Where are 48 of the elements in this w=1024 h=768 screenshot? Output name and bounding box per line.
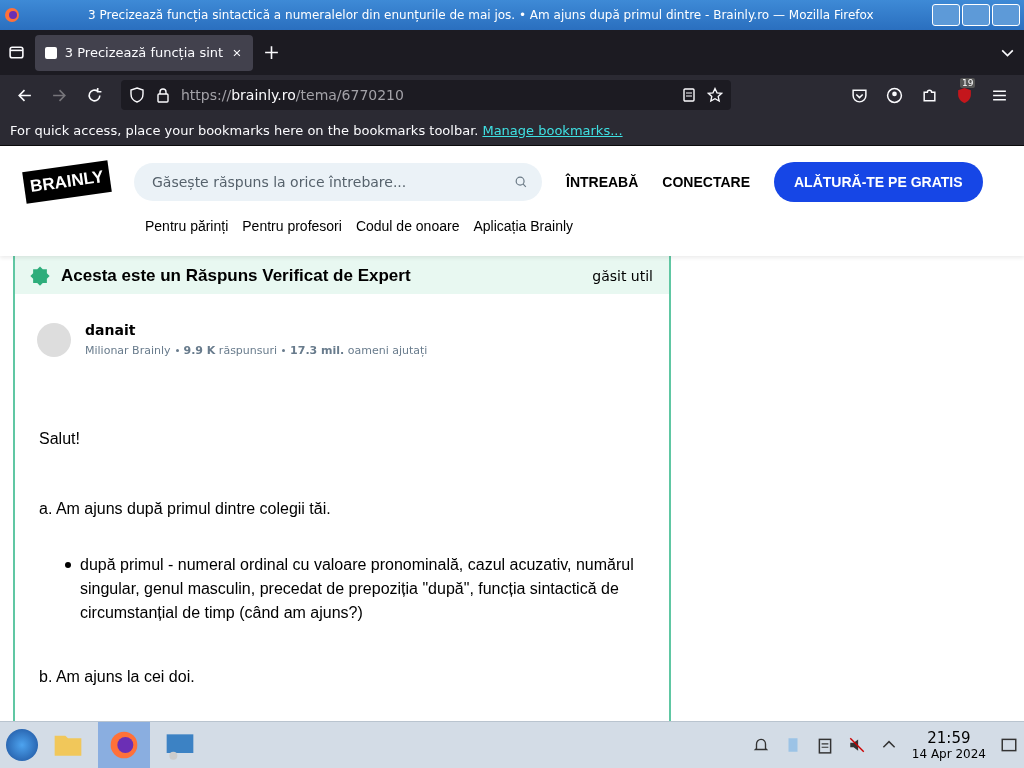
- browser-tab[interactable]: 3 Precizează funcția sint: [35, 34, 253, 71]
- helped-count: 17.3 mil. oameni ajutați: [290, 344, 428, 357]
- author-rank: Milionar Brainly: [85, 344, 171, 357]
- clock-time[interactable]: 21:59: [927, 729, 971, 747]
- author-name[interactable]: danait: [85, 322, 428, 338]
- tab-list-icon[interactable]: [8, 44, 25, 61]
- bullet-icon: [65, 562, 71, 568]
- address-bar[interactable]: https://brainly.ro/tema/6770210: [121, 80, 731, 110]
- site-link[interactable]: Aplicația Brainly: [473, 218, 574, 234]
- star-icon[interactable]: [707, 87, 723, 103]
- window-title: 3 Precizează funcția sintactică a numeralelor din enunțurile de mai jos. • Am ajuns după primul dintre - Brainly.ro — Mozilla Firefox: [87, 8, 875, 22]
- site-link[interactable]: Codul de onoare: [355, 218, 460, 234]
- join-button[interactable]: ALĂTURĂ-TE PE GRATIS: [774, 162, 983, 202]
- site-link[interactable]: Pentru părinți: [145, 218, 229, 234]
- start-button[interactable]: [6, 729, 38, 761]
- minimize-button[interactable]: [932, 4, 960, 26]
- search-icon[interactable]: [514, 175, 528, 189]
- brainly-logo[interactable]: BRAINLY: [22, 160, 112, 204]
- bookmarks-hint: For quick access, place your bookmarks here on the bookmarks toolbar.: [10, 122, 479, 138]
- shield-icon: [129, 87, 145, 103]
- manage-bookmarks-link[interactable]: Manage bookmarks...: [482, 122, 623, 138]
- answer-paragraph: a. Am ajuns după primul dintre colegii tăi.: [39, 499, 332, 519]
- new-tab-icon[interactable]: [263, 44, 280, 61]
- reader-view-icon[interactable]: [681, 87, 697, 103]
- maximize-button[interactable]: [962, 4, 990, 26]
- answers-count: 9.9 K răspunsuri: [183, 344, 278, 357]
- search-field[interactable]: Găsește răspuns la orice întrebare...: [134, 163, 542, 201]
- browser-logo-icon[interactable]: [108, 729, 140, 761]
- nav-link[interactable]: ÎNTREABĂ: [566, 174, 639, 190]
- clock-date[interactable]: 14 Apr 2024: [911, 747, 986, 761]
- badge-icon: [29, 265, 51, 287]
- reload-icon[interactable]: [86, 86, 103, 104]
- nav-link[interactable]: CONECTARE: [662, 174, 750, 190]
- verified-title: Acesta este un Răspuns Verificat de Expert: [61, 266, 411, 286]
- show-desktop-icon[interactable]: [1000, 736, 1018, 754]
- answer-paragraph: Salut!: [39, 429, 81, 449]
- answer-paragraph: b. Am ajuns la cei doi.: [39, 667, 196, 687]
- browser-logo-icon: [4, 7, 20, 23]
- extension-badge: 19: [960, 77, 976, 88]
- found-useful-text: găsit util: [592, 268, 653, 284]
- close-button[interactable]: [992, 4, 1020, 26]
- site-favicon-icon: [45, 46, 57, 59]
- muted-speaker-icon[interactable]: [847, 736, 866, 754]
- site-link[interactable]: Pentru profesori: [242, 218, 342, 234]
- account-icon[interactable]: [886, 86, 903, 104]
- url-text: https://brainly.ro/tema/6770210: [181, 87, 404, 103]
- answer-list-item: după primul - numeral ordinal cu valoare pronominală, cazul acuzativ, numărul singular, genul masculin, precedat de prepoziția "după", funcția sintactică de circumstanțial de timp (când am ajuns?): [80, 555, 635, 623]
- lock-icon: [155, 87, 171, 103]
